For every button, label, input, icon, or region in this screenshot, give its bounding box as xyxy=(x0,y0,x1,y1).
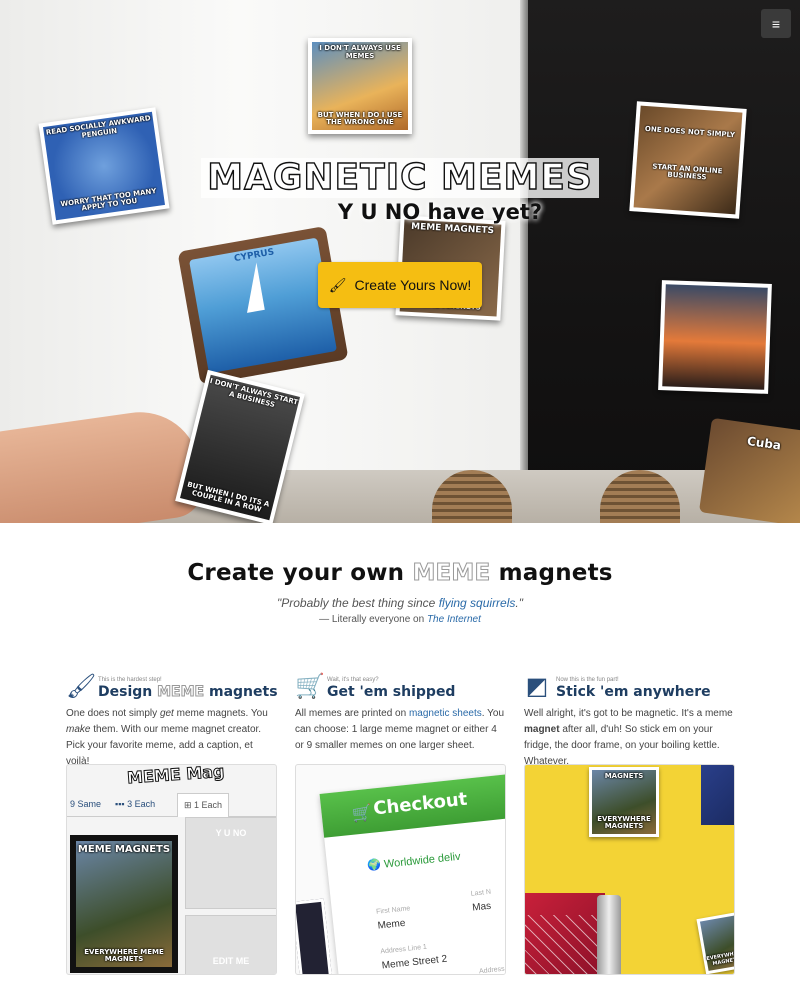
cta-label: Create Yours Now! xyxy=(354,277,472,293)
kettle-handle xyxy=(597,895,621,974)
mini-meme-magnet: MAGNETS EVERYWHERE MAGNETS xyxy=(589,767,659,837)
hero-tagline: Y U NO have yet? xyxy=(337,200,543,224)
feature-title: Stick 'em anywhere xyxy=(556,684,711,700)
magnetic-sheets-link[interactable]: magnetic sheets xyxy=(409,708,482,719)
feature-description: All memes are printed on magnetic sheets… xyxy=(295,708,505,751)
tab-1-each[interactable]: ⊞ 1 Each xyxy=(177,793,230,817)
hero-branding: MAGNETIC MEMES Y U NO have yet? xyxy=(0,157,800,224)
paintbrush-icon: 🖌 xyxy=(66,673,97,700)
checkout-card: 🛒 Checkout 🌍 Worldwide deliv First Name M… xyxy=(319,773,505,974)
sticky-note-icon: ◩ xyxy=(525,673,549,700)
photo-corner xyxy=(296,898,333,974)
cart-icon: 🛒 xyxy=(295,673,325,700)
features-row: 🖌 This is the hardest step! Design MEME … xyxy=(66,670,736,975)
cart-icon: 🛒 xyxy=(350,802,373,824)
feature-title: Get 'em shipped xyxy=(327,684,456,700)
hamburger-icon: ≡ xyxy=(771,15,781,32)
feature-shipping: 🛒 Wait, it's that easy? Get 'em shipped … xyxy=(295,670,506,975)
section-heading: Create your own MEME magnets xyxy=(187,560,613,587)
ghost-meme: Y U NO xyxy=(185,817,276,909)
selected-meme: MEME MAGNETS EVERYWHERE MEME MAGNETS xyxy=(70,835,178,973)
paintbrush-icon: 🖌 xyxy=(328,276,347,293)
feature-title: Design MEME magnets xyxy=(98,684,278,701)
size-tabs: 9 Same ▪▪▪ 3 Each ⊞ 1 Each xyxy=(67,793,276,817)
feature-description: One does not simply get meme magnets. Yo… xyxy=(66,708,268,767)
feature-description: Well alright, it's got to be magnetic. I… xyxy=(524,708,733,767)
blue-object xyxy=(701,765,734,825)
meme-creator-screenshot[interactable]: MEME Mag 9 Same ▪▪▪ 3 Each ⊞ 1 Each Y U … xyxy=(66,764,277,975)
tab-3-each[interactable]: ▪▪▪ 3 Each xyxy=(115,799,155,809)
ghost-meme: EDIT ME xyxy=(185,915,276,974)
cuba-souvenir-magnet: Cuba xyxy=(698,417,800,523)
the-internet-link[interactable]: The Internet xyxy=(427,614,481,625)
sailboat-shape xyxy=(238,262,265,313)
flying-squirrels-link[interactable]: flying squirrels xyxy=(439,596,516,610)
tab-9-same[interactable]: 9 Same xyxy=(70,799,101,809)
hero-section: READ SOCIALLY AWKWARD PENGUIN WORRY THAT… xyxy=(0,0,800,523)
quote-attribution: — Literally everyone on The Internet xyxy=(319,614,481,625)
mini-meme-magnet: EVERYWHERE MAGNETS xyxy=(696,911,734,974)
fry-meme-magnet: I DON'T ALWAYS USE MEMES BUT WHEN I DO I… xyxy=(308,38,412,134)
kettle-photo-screenshot[interactable]: MAGNETS EVERYWHERE MAGNETS EVERYWHERE MA… xyxy=(524,764,735,975)
menu-toggle-button[interactable]: ≡ xyxy=(761,9,791,38)
testimonial-quote: "Probably the best thing since flying sq… xyxy=(277,596,523,610)
feature-stick: ◩ Now this is the fun part! Stick 'em an… xyxy=(524,670,735,975)
checkout-screenshot[interactable]: 🛒 Checkout 🌍 Worldwide deliv First Name M… xyxy=(295,764,506,975)
feature-design: 🖌 This is the hardest step! Design MEME … xyxy=(66,670,278,975)
create-yours-now-button[interactable]: 🖌 Create Yours Now! xyxy=(318,262,482,308)
intro-section: Create your own MEME magnets "Probably t… xyxy=(0,560,800,626)
site-logo[interactable]: MAGNETIC MEMES xyxy=(201,157,599,198)
sunset-photo-magnet xyxy=(658,280,772,394)
